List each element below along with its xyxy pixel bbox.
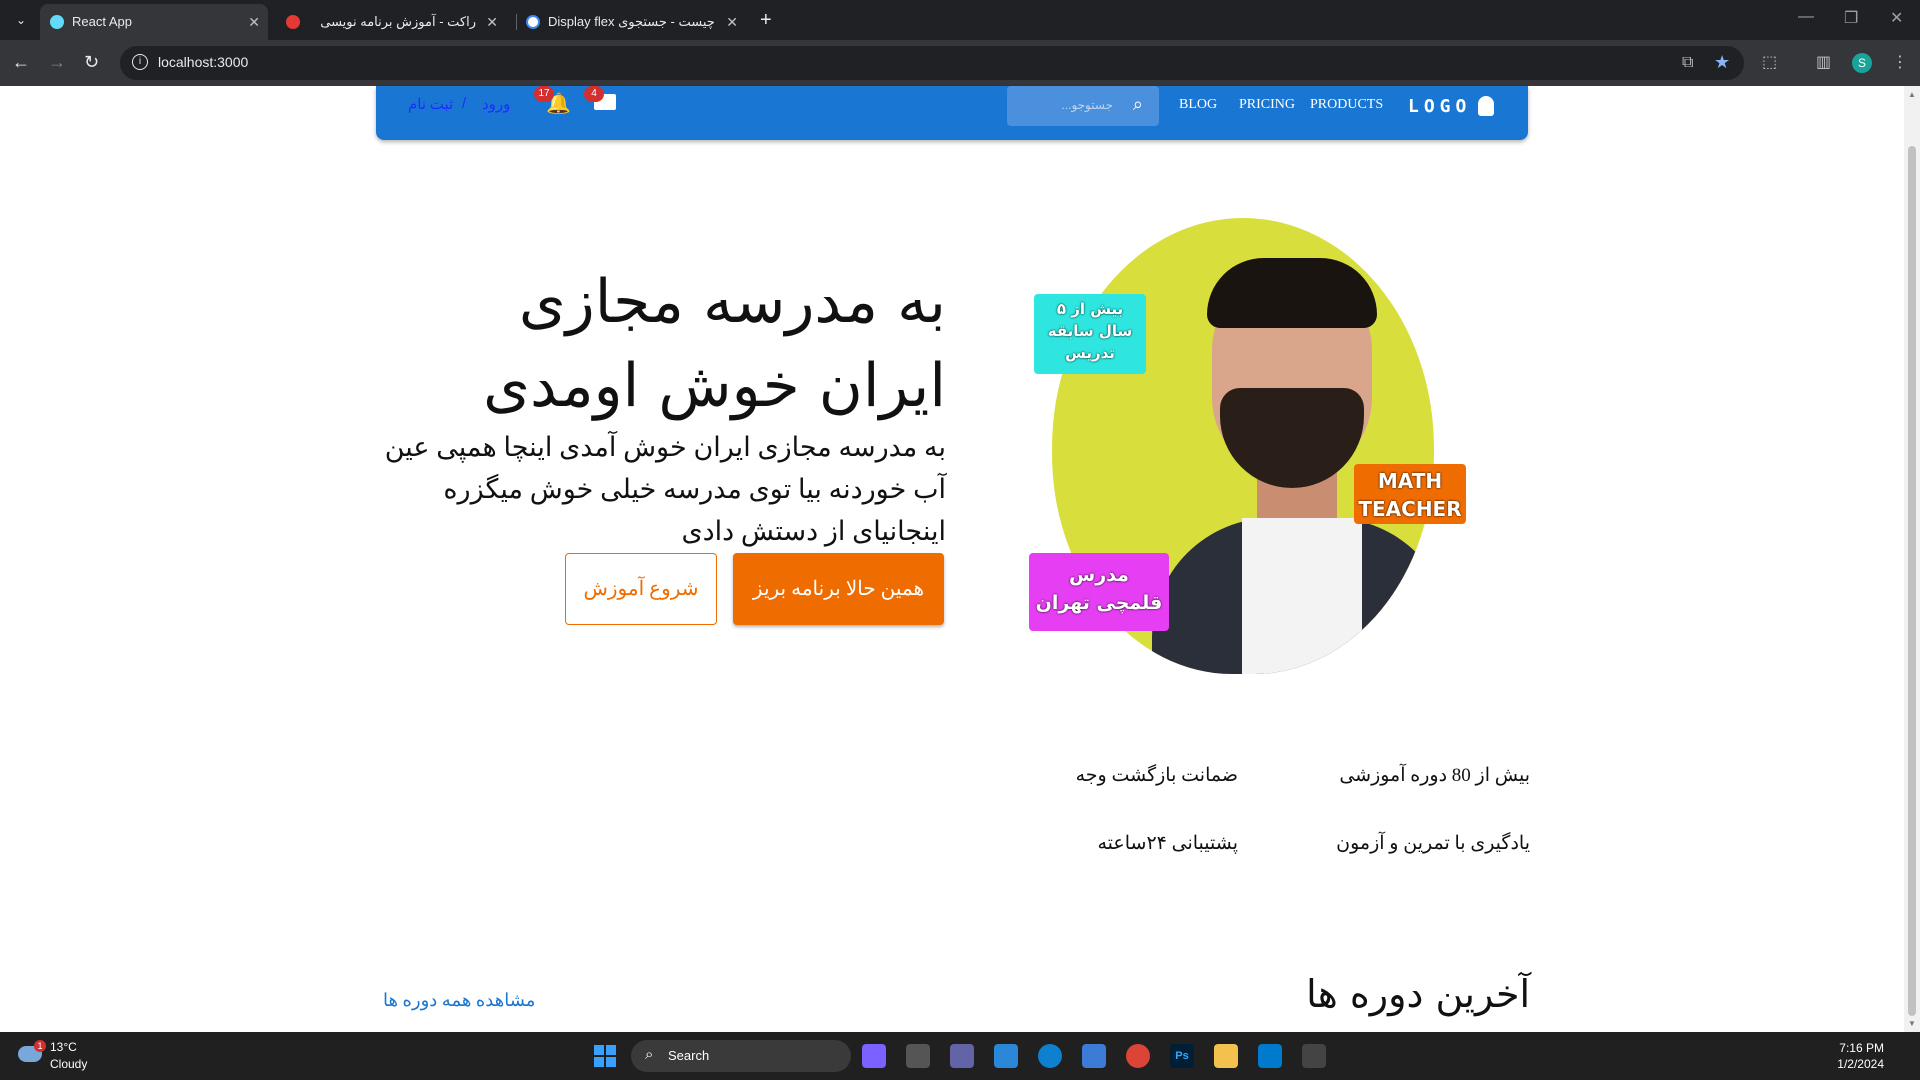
vscode-icon[interactable] xyxy=(1258,1044,1282,1068)
minimize-icon[interactable]: — xyxy=(1798,8,1814,26)
page-scrollbar[interactable]: ▲ ▼ xyxy=(1904,86,1920,1032)
start-learning-button[interactable]: شروع آموزش xyxy=(565,553,717,625)
tab-search-button[interactable]: ⌄ xyxy=(10,9,32,31)
auth-separator: / xyxy=(462,95,467,112)
experience-tag: بیش از ۵ سال سابقه تدریس xyxy=(1034,294,1146,374)
bookmark-star-icon[interactable]: ★ xyxy=(1714,52,1730,73)
teacher-name-tag: مدرس قلمچی تهران xyxy=(1029,553,1169,631)
tab-title: راکت - آموزش برنامه نویسی xyxy=(320,14,476,29)
see-all-courses-link[interactable]: مشاهده همه دوره ها xyxy=(383,990,535,1011)
rocket-icon xyxy=(286,15,300,29)
weather-temperature[interactable]: 13°C xyxy=(50,1040,77,1054)
file-explorer-icon[interactable] xyxy=(1214,1044,1238,1068)
teacher-shirt xyxy=(1242,518,1362,674)
install-app-icon[interactable]: ⧉ xyxy=(1682,54,1693,72)
search-input[interactable]: جستوجو... xyxy=(1061,98,1113,112)
notification-badge: 17 xyxy=(534,86,554,102)
login-link[interactable]: ورود xyxy=(482,95,510,114)
experience-line: تدریس xyxy=(1065,344,1115,362)
close-icon[interactable]: ✕ xyxy=(248,4,260,40)
side-panel-icon[interactable]: ▥ xyxy=(1816,52,1831,72)
reload-icon[interactable]: ↻ xyxy=(84,52,99,72)
forward-icon[interactable]: → xyxy=(48,52,66,72)
close-window-icon[interactable]: ✕ xyxy=(1890,8,1903,28)
edge-icon[interactable] xyxy=(1038,1044,1062,1068)
close-icon[interactable]: ✕ xyxy=(726,4,738,40)
scroll-up-icon[interactable]: ▲ xyxy=(1908,90,1916,99)
photoshop-icon[interactable]: Ps xyxy=(1170,1044,1194,1068)
mail-badge: 4 xyxy=(584,86,604,102)
experience-line: سال سابقه xyxy=(1047,322,1133,340)
teacher-hair xyxy=(1207,258,1377,328)
copilot-icon[interactable] xyxy=(862,1044,886,1068)
paint-icon[interactable] xyxy=(994,1044,1018,1068)
tab-google-search[interactable]: Display flex چیست - جستجوی Go ✕ xyxy=(516,4,746,40)
math-line: TEACHER xyxy=(1358,497,1462,521)
nav-blog[interactable]: BLOG xyxy=(1179,97,1217,113)
url-text[interactable]: localhost:3000 xyxy=(158,54,248,70)
scrollbar-thumb[interactable] xyxy=(1908,146,1916,1016)
menu-icon[interactable]: ⋮ xyxy=(1892,52,1908,72)
schedule-now-button[interactable]: همین حالا برنامه بریز xyxy=(733,553,944,625)
chrome-icon[interactable] xyxy=(1126,1044,1150,1068)
feature-courses: بیش از 80 دوره آموزشی xyxy=(1339,765,1530,786)
feature-practice: یادگیری با تمرین و آزمون xyxy=(1336,833,1530,854)
app-header: LOGO PRODUCTS PRICING BLOG ⌕ جستوجو... 4… xyxy=(376,86,1528,140)
store-icon[interactable] xyxy=(1082,1044,1106,1068)
latest-courses-title: آخرین دوره ها xyxy=(1306,972,1530,1016)
tab-rocket[interactable]: راکت - آموزش برنامه نویسی ✕ xyxy=(276,4,506,40)
new-tab-button[interactable]: + xyxy=(760,8,772,32)
search-icon: ⌕ xyxy=(1132,94,1143,114)
logo-text[interactable]: LOGO xyxy=(1408,96,1471,117)
back-icon[interactable]: ← xyxy=(12,52,30,72)
close-icon[interactable]: ✕ xyxy=(486,4,498,40)
feature-refund: ضمانت بازگشت وجه xyxy=(1075,765,1238,786)
teams-icon[interactable] xyxy=(950,1044,974,1068)
nav-pricing[interactable]: PRICING xyxy=(1239,97,1295,113)
logo-icon xyxy=(1478,96,1494,116)
clock-time: 7:16 PM xyxy=(1839,1041,1884,1055)
scroll-down-icon[interactable]: ▼ xyxy=(1908,1019,1916,1028)
teacher-beard xyxy=(1220,388,1364,488)
taskbar-search[interactable]: ⌕ Search xyxy=(631,1040,851,1072)
site-info-icon[interactable]: i xyxy=(132,54,148,70)
google-icon xyxy=(526,15,540,29)
feature-support: پشتیبانی ۲۴ساعته xyxy=(1097,833,1239,854)
restore-icon[interactable]: ❐ xyxy=(1844,8,1858,28)
nav-products[interactable]: PRODUCTS xyxy=(1310,97,1383,113)
address-bar[interactable]: i localhost:3000 ⧉ ★ xyxy=(120,46,1744,80)
tab-title: React App xyxy=(72,14,132,29)
tab-title: Display flex چیست - جستجوی Go xyxy=(548,14,716,29)
weather-condition[interactable]: Cloudy xyxy=(50,1057,87,1071)
clock-date: 1/2/2024 xyxy=(1837,1057,1884,1071)
teacher-line: مدرس xyxy=(1069,564,1129,586)
windows-start-icon[interactable] xyxy=(594,1045,616,1067)
hero-subtitle: به مدرسه مجازی ایران خوش آمدی اینچا همپی… xyxy=(384,432,946,546)
math-teacher-tag: MATH TEACHER xyxy=(1354,464,1466,524)
clock[interactable]: 7:16 PM 1/2/2024 xyxy=(1837,1040,1884,1072)
snipping-tool-icon[interactable] xyxy=(1302,1044,1326,1068)
weather-badge: 1 xyxy=(34,1040,46,1052)
math-line: MATH xyxy=(1377,469,1443,493)
experience-line: بیش از ۵ xyxy=(1056,300,1124,318)
tab-react-app[interactable]: React App ✕ xyxy=(40,4,268,40)
profile-avatar[interactable]: S xyxy=(1852,53,1872,73)
react-icon xyxy=(50,15,64,29)
windows-taskbar: 1 13°C Cloudy ⌕ Search Ps 7:16 PM 1/2/20… xyxy=(0,1032,1920,1080)
extensions-icon[interactable]: ⬚ xyxy=(1762,52,1777,72)
taskbar-search-label: Search xyxy=(668,1048,710,1063)
browser-toolbar: ← → ↻ i localhost:3000 ⧉ ★ ⬚ ▥ ⋮ xyxy=(0,40,1920,86)
signup-link[interactable]: ثبت نام xyxy=(408,95,453,114)
teacher-line: قلمچی تهران xyxy=(1035,592,1163,614)
task-view-icon[interactable] xyxy=(906,1044,930,1068)
hero-title: به مدرسه مجازی ایران خوش اومدی xyxy=(483,267,946,421)
search-icon: ⌕ xyxy=(645,1046,654,1063)
browser-tab-bar: ⌄ React App ✕ راکت - آموزش برنامه نویسی … xyxy=(0,0,1920,40)
search-box[interactable]: ⌕ جستوجو... xyxy=(1007,86,1159,126)
